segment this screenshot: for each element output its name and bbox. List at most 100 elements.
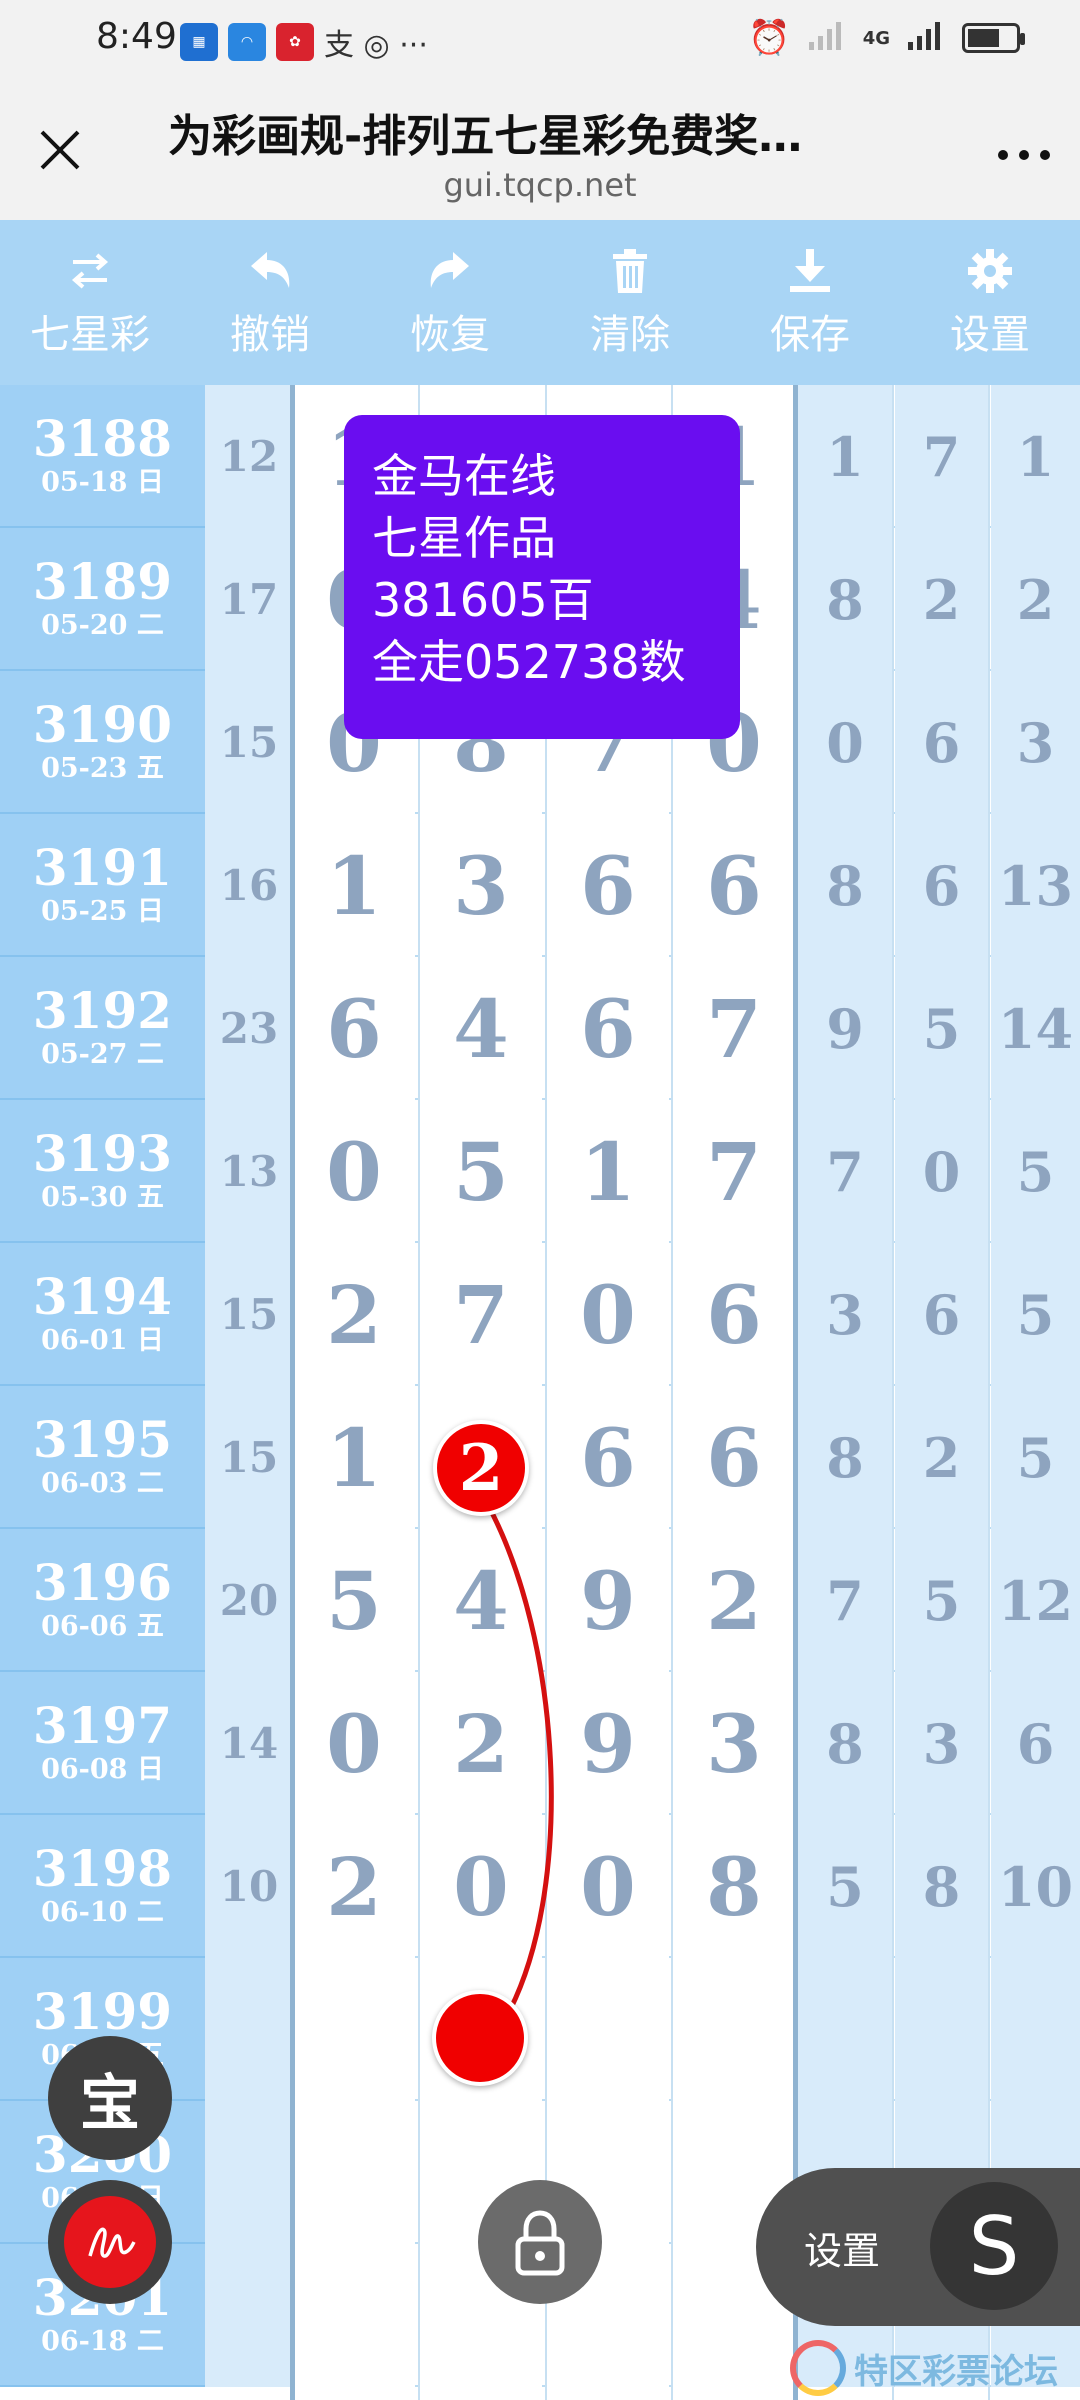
digit-cell[interactable]: 7	[420, 1243, 542, 1386]
digit-cell[interactable]	[673, 1958, 795, 2101]
digit-cell[interactable]: 9	[547, 1529, 669, 1672]
extra-digit-cell[interactable]: 8	[895, 1815, 988, 1958]
digit-cell[interactable]: 0	[547, 1815, 669, 1958]
floating-settings-pill[interactable]: 设置 S	[756, 2168, 1080, 2326]
extra-digit-cell[interactable]: 3	[991, 671, 1080, 814]
digit-cell[interactable]: 8	[673, 1815, 795, 1958]
floating-settings-label[interactable]: 设置	[804, 2220, 880, 2275]
extra-digit-cell[interactable]: 6	[991, 1672, 1080, 1815]
digit-cell[interactable]: 4	[420, 957, 542, 1100]
tool-redo[interactable]: 恢复	[360, 220, 540, 385]
digit-cell[interactable]: 6	[293, 957, 415, 1100]
digit-cell[interactable]: 1	[293, 1386, 415, 1529]
digit-cell[interactable]: 6	[673, 1243, 795, 1386]
digit-cell[interactable]	[547, 1958, 669, 2101]
extra-digit-cell[interactable]: 7	[798, 1100, 892, 1243]
s-logo-icon[interactable]: S	[930, 2182, 1058, 2310]
extra-digit-cell[interactable]: 5	[895, 957, 988, 1100]
extra-digit-cell[interactable]	[895, 1958, 988, 2101]
digit-cell[interactable]: 1	[547, 1100, 669, 1243]
tool-lottery-type[interactable]: 七星彩	[0, 220, 180, 385]
sum-cell: 14	[205, 1672, 293, 1815]
digit-cell[interactable]: 5	[420, 1100, 542, 1243]
extra-digit-cell[interactable]: 2	[991, 528, 1080, 671]
extra-digit-cell[interactable]: 0	[798, 671, 892, 814]
digit-cell[interactable]: 9	[547, 1672, 669, 1815]
digit-cell[interactable]: 2	[673, 1529, 795, 1672]
extra-digit-cell[interactable]: 6	[895, 814, 988, 957]
extra-digit-cell[interactable]: 12	[991, 1529, 1080, 1672]
digit-cell[interactable]: 2	[420, 1672, 542, 1815]
digit-cell[interactable]: 3	[673, 1672, 795, 1815]
extra-digit-cell[interactable]: 1	[798, 385, 892, 528]
marker-dot[interactable]	[432, 1990, 528, 2086]
digit-cell[interactable]: 3	[420, 814, 542, 957]
extra-digit-cell[interactable]: 9	[798, 957, 892, 1100]
treasure-button[interactable]: 宝	[48, 2036, 172, 2160]
table-row[interactable]: 3198 06-10 二 10 2 0 0 8 5 8 10	[0, 1815, 1080, 1958]
signature-button[interactable]	[48, 2180, 172, 2304]
extra-digit-cell[interactable]: 2	[895, 528, 988, 671]
extra-digit-cell[interactable]: 1	[991, 385, 1080, 528]
table-row[interactable]: 3197 06-08 日 14 0 2 9 3 8 3 6	[0, 1672, 1080, 1815]
digit-cell[interactable]: 6	[547, 814, 669, 957]
digit-cell[interactable]: 6	[673, 1386, 795, 1529]
extra-digit-cell[interactable]: 7	[895, 385, 988, 528]
tool-save[interactable]: 保存	[720, 220, 900, 385]
digit-cell[interactable]: 2	[293, 1243, 415, 1386]
digit-cell[interactable]: 1	[293, 814, 415, 957]
digit-cell[interactable]: 0	[293, 1672, 415, 1815]
extra-digit-cell[interactable]: 3	[895, 1672, 988, 1815]
more-menu-button[interactable]	[994, 122, 1054, 182]
extra-digit-cell[interactable]: 5	[798, 1815, 892, 1958]
table-row[interactable]: 3191 05-25 日 16 1 3 6 6 8 6 13	[0, 814, 1080, 957]
extra-digit-cell[interactable]: 8	[798, 528, 892, 671]
issue-number: 3192	[32, 980, 173, 1040]
digit-cell[interactable]	[293, 2101, 415, 2244]
app-notification-icon: ◠	[228, 23, 266, 61]
marked-number-circle[interactable]: 2	[433, 1420, 529, 1516]
extra-digit-cell[interactable]: 5	[991, 1243, 1080, 1386]
digit-cell[interactable]: 2	[293, 1815, 415, 1958]
tool-settings[interactable]: 设置	[900, 220, 1080, 385]
extra-digit-cell[interactable]	[991, 1958, 1080, 2101]
extra-digit-cell[interactable]: 3	[798, 1243, 892, 1386]
digit-cell[interactable]: 6	[547, 1386, 669, 1529]
extra-digit-cell[interactable]: 0	[895, 1100, 988, 1243]
extra-digit-cell[interactable]: 6	[895, 671, 988, 814]
digit-cell[interactable]: 0	[420, 1815, 542, 1958]
tool-clear[interactable]: 清除	[540, 220, 720, 385]
digit-cell[interactable]: 0	[293, 1100, 415, 1243]
issue-number: 3193	[32, 1123, 173, 1183]
extra-digit-cell[interactable]: 8	[798, 814, 892, 957]
digit-cell[interactable]: 6	[547, 957, 669, 1100]
digit-cell[interactable]: 7	[673, 1100, 795, 1243]
digit-cell[interactable]: 6	[673, 814, 795, 957]
issue-cell: 3197 06-08 日	[0, 1672, 205, 1815]
table-row[interactable]: 3195 06-03 二 15 1 6 6 8 2 5	[0, 1386, 1080, 1529]
extra-digit-cell[interactable]: 14	[991, 957, 1080, 1100]
extra-digit-cell[interactable]	[798, 1958, 892, 2101]
extra-digit-cell[interactable]: 8	[798, 1386, 892, 1529]
table-row[interactable]: 3196 06-06 五 20 5 4 9 2 7 5 12	[0, 1529, 1080, 1672]
table-row[interactable]: 3192 05-27 二 23 6 4 6 7 9 5 14	[0, 957, 1080, 1100]
extra-digit-cell[interactable]: 13	[991, 814, 1080, 957]
extra-digit-cell[interactable]: 5	[991, 1100, 1080, 1243]
tool-undo[interactable]: 撤销	[180, 220, 360, 385]
table-row[interactable]: 3194 06-01 日 15 2 7 0 6 3 6 5	[0, 1243, 1080, 1386]
extra-digit-cell[interactable]: 2	[895, 1386, 988, 1529]
lock-button[interactable]	[478, 2180, 602, 2304]
digit-cell[interactable]	[293, 2244, 415, 2387]
extra-digit-cell[interactable]: 5	[895, 1529, 988, 1672]
extra-digit-cell[interactable]: 8	[798, 1672, 892, 1815]
digit-cell[interactable]: 5	[293, 1529, 415, 1672]
table-row[interactable]: 3193 05-30 五 13 0 5 1 7 7 0 5	[0, 1100, 1080, 1243]
extra-digit-cell[interactable]: 7	[798, 1529, 892, 1672]
extra-digit-cell[interactable]: 6	[895, 1243, 988, 1386]
extra-digit-cell[interactable]: 5	[991, 1386, 1080, 1529]
digit-cell[interactable]	[293, 1958, 415, 2101]
digit-cell[interactable]: 0	[547, 1243, 669, 1386]
extra-digit-cell[interactable]: 10	[991, 1815, 1080, 1958]
digit-cell[interactable]: 7	[673, 957, 795, 1100]
digit-cell[interactable]: 4	[420, 1529, 542, 1672]
